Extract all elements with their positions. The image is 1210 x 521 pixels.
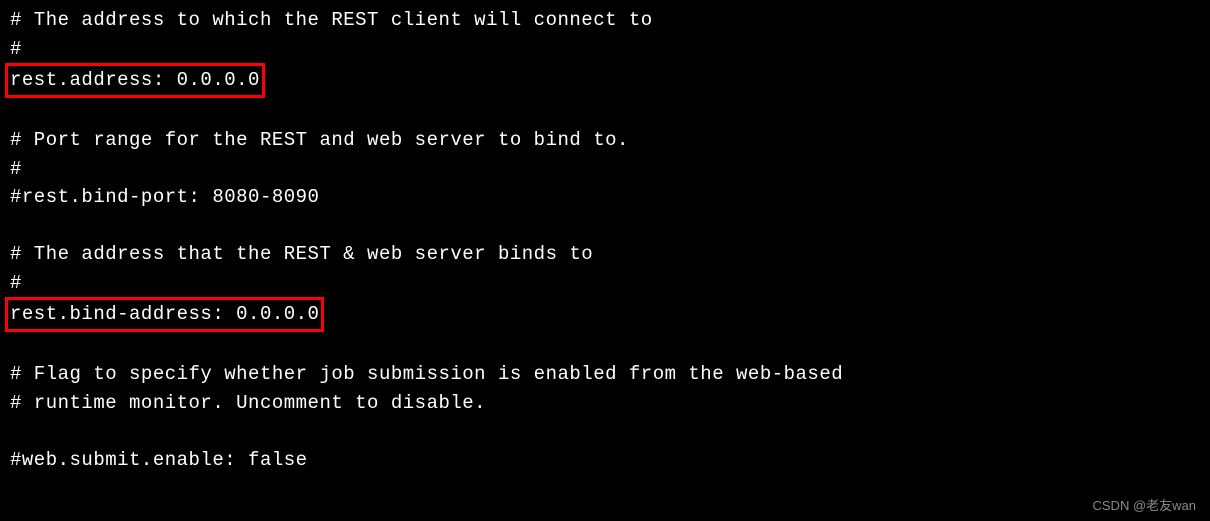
config-comment-line: # The address to which the REST client w… — [10, 6, 1200, 35]
config-line-rest-bind-address: rest.bind-address: 0.0.0.0 — [10, 297, 1200, 332]
blank-line — [10, 98, 1200, 127]
config-comment-line: # — [10, 35, 1200, 64]
config-comment-line: # runtime monitor. Uncomment to disable. — [10, 389, 1200, 418]
blank-line — [10, 417, 1200, 446]
blank-line — [10, 332, 1200, 361]
config-comment-line: # Flag to specify whether job submission… — [10, 360, 1200, 389]
config-comment-line: # Port range for the REST and web server… — [10, 126, 1200, 155]
highlight-rest-bind-address: rest.bind-address: 0.0.0.0 — [5, 297, 324, 332]
config-line-web-submit-enable: #web.submit.enable: false — [10, 446, 1200, 475]
config-comment-line: # The address that the REST & web server… — [10, 240, 1200, 269]
config-comment-line: # — [10, 269, 1200, 298]
config-line-rest-bind-port: #rest.bind-port: 8080-8090 — [10, 183, 1200, 212]
config-line-rest-address: rest.address: 0.0.0.0 — [10, 63, 1200, 98]
blank-line — [10, 212, 1200, 241]
watermark: CSDN @老友wan — [1093, 496, 1197, 516]
config-comment-line: # — [10, 155, 1200, 184]
highlight-rest-address: rest.address: 0.0.0.0 — [5, 63, 265, 98]
